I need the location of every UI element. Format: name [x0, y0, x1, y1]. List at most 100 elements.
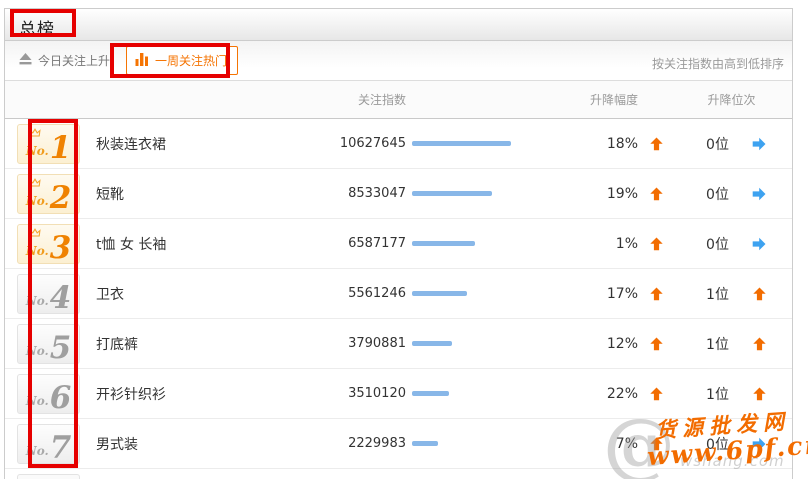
index-value: 2229983 — [296, 436, 406, 451]
position-direction — [745, 437, 773, 451]
position-change: 0位 — [690, 184, 745, 204]
index-bar-cell — [406, 291, 520, 296]
index-bar — [412, 241, 475, 246]
change-percent: 7% — [520, 436, 640, 452]
rank-badge: No. 5 — [17, 324, 80, 364]
keyword-link[interactable]: 短靴 — [96, 184, 296, 204]
crown-icon — [29, 178, 41, 187]
table-row: No. 4 卫衣 5561246 17% 1位 — [5, 269, 792, 319]
table-row: No. 2 短靴 8533047 19% 0位 — [5, 169, 792, 219]
position-direction — [745, 337, 773, 351]
tab-today-rising[interactable]: 今日关注上升 — [15, 47, 114, 74]
position-change: 0位 — [690, 134, 745, 154]
tab-bar: 今日关注上升 一周关注热门 按关注指数由高到低排序 — [5, 41, 792, 81]
position-change: 1位 — [690, 284, 745, 304]
index-value: 8533047 — [296, 186, 406, 201]
rank-badge: No. 1 — [17, 124, 80, 164]
keyword-link[interactable]: 男式装 — [96, 434, 296, 454]
ranking-page: 总榜 今日关注上升 一周关注热门 按关注指数由高到低排序 关注指数 升降幅度 升… — [0, 0, 808, 479]
change-up-icon — [640, 387, 672, 401]
rank-number: 6 — [50, 386, 72, 411]
position-flat-icon — [752, 236, 766, 255]
change-percent: 12% — [520, 336, 640, 352]
change-percent: 22% — [520, 386, 640, 402]
column-header-change: 升降幅度 — [520, 91, 640, 108]
position-change: 0位 — [690, 434, 745, 454]
position-change: 1位 — [690, 334, 745, 354]
keyword-link[interactable]: 打底裤 — [96, 334, 296, 354]
table-row: No. 7 男式装 2229983 7% 0位 — [5, 419, 792, 469]
rank-number: 5 — [50, 336, 72, 361]
change-percent: 17% — [520, 286, 640, 302]
index-bar — [412, 141, 511, 146]
position-flat-icon — [752, 186, 766, 205]
index-bar-cell — [406, 241, 520, 246]
rank-prefix: No. — [26, 145, 49, 157]
ranking-list: No. 1 秋装连衣裙 10627645 18% 0位 No. 2 — [5, 119, 792, 469]
position-direction — [745, 237, 773, 251]
index-bar-cell — [406, 141, 520, 146]
crown-icon — [29, 228, 41, 237]
crown-icon — [29, 128, 41, 137]
position-up-icon — [752, 386, 767, 405]
table-header-row: 关注指数 升降幅度 升降位次 — [5, 81, 792, 119]
rank-badge: No. 4 — [17, 274, 80, 314]
sort-note: 按关注指数由高到低排序 — [652, 55, 784, 72]
change-percent: 1% — [520, 236, 640, 252]
keyword-link[interactable]: 秋装连衣裙 — [96, 134, 296, 154]
change-up-icon — [640, 237, 672, 251]
position-flat-icon — [752, 136, 766, 155]
position-direction — [745, 287, 773, 301]
column-header-position: 升降位次 — [690, 91, 773, 108]
index-bar — [412, 191, 492, 196]
position-direction — [745, 137, 773, 151]
index-value: 3790881 — [296, 336, 406, 351]
rank-number: 4 — [50, 286, 72, 311]
position-change: 1位 — [690, 384, 745, 404]
index-value: 10627645 — [296, 136, 406, 151]
column-header-index: 关注指数 — [296, 91, 406, 108]
page-title: 总榜 — [19, 15, 792, 40]
index-bar — [412, 391, 449, 396]
change-up-icon — [640, 287, 672, 301]
change-up-icon — [640, 187, 672, 201]
index-bar — [412, 341, 452, 346]
index-bar — [412, 291, 467, 296]
tab-today-label: 今日关注上升 — [38, 52, 110, 69]
index-bar-cell — [406, 341, 520, 346]
change-percent: 18% — [520, 136, 640, 152]
rank-number: 2 — [50, 186, 72, 211]
position-up-icon — [752, 286, 767, 305]
table-row: No. 5 打底裤 3790881 12% 1位 — [5, 319, 792, 369]
tab-week-hot[interactable]: 一周关注热门 — [126, 46, 238, 75]
rank-prefix: No. — [26, 445, 49, 457]
rank-badge: No. 2 — [17, 174, 80, 214]
keyword-link[interactable]: 卫衣 — [96, 284, 296, 304]
rank-badge: No. 3 — [17, 224, 80, 264]
change-up-icon — [640, 137, 672, 151]
rank-number: 3 — [50, 236, 72, 261]
rank-number: 1 — [50, 136, 72, 161]
change-up-icon — [640, 337, 672, 351]
index-bar-cell — [406, 441, 520, 446]
table-row: No. 1 秋装连衣裙 10627645 18% 0位 — [5, 119, 792, 169]
tab-week-label: 一周关注热门 — [155, 52, 227, 69]
keyword-link[interactable]: 开衫针织衫 — [96, 384, 296, 404]
rank-prefix: No. — [26, 245, 49, 257]
index-bar-cell — [406, 391, 520, 396]
rising-eject-icon — [19, 53, 32, 68]
rank-prefix: No. — [26, 295, 49, 307]
rank-badge: No. 7 — [17, 424, 80, 464]
change-up-icon — [640, 437, 672, 451]
rank-number: 7 — [50, 436, 72, 461]
rank-prefix: No. — [26, 395, 49, 407]
change-percent: 19% — [520, 186, 640, 202]
position-flat-icon — [752, 436, 766, 455]
rank-badge: No. 6 — [17, 374, 80, 414]
position-direction — [745, 387, 773, 401]
keyword-link[interactable]: t恤 女 长袖 — [96, 234, 296, 254]
table-row: No. 3 t恤 女 长袖 6587177 1% 0位 — [5, 219, 792, 269]
position-up-icon — [752, 336, 767, 355]
index-bar-cell — [406, 191, 520, 196]
index-value: 3510120 — [296, 386, 406, 401]
